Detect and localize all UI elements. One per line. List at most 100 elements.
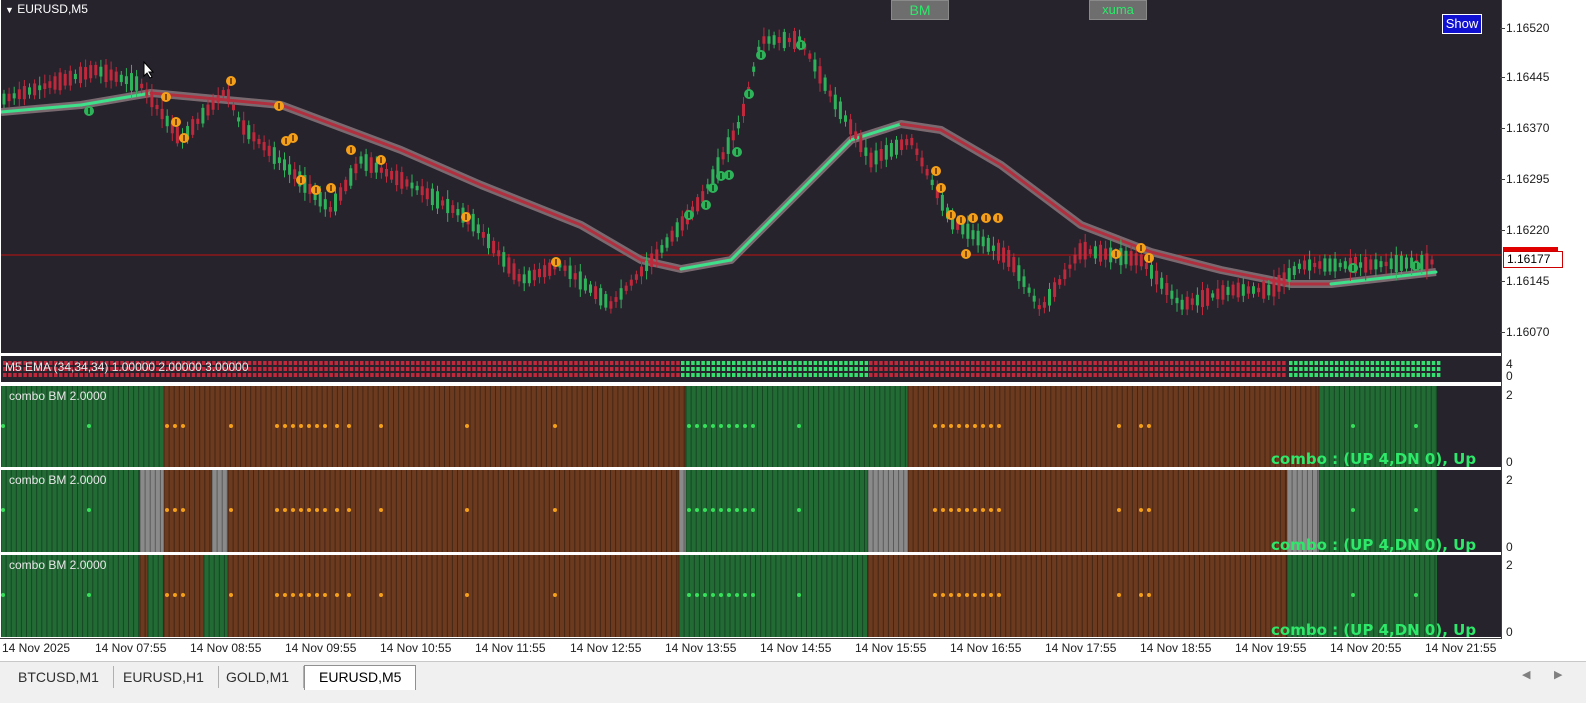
combo-pane-3[interactable]: combo BM 2.0000 combo : (UP 4,DN 0), Up <box>1 555 1501 637</box>
ema-cell <box>319 367 323 371</box>
ema-cell <box>1113 361 1118 365</box>
ema-cell <box>283 361 287 365</box>
ema-cell <box>599 361 604 365</box>
buy-signal-icon <box>796 40 806 50</box>
candle-body <box>507 257 511 274</box>
ema-cell <box>869 373 873 377</box>
buy-signal-icon <box>1411 261 1421 271</box>
ema-cell <box>1083 361 1087 365</box>
time-axis-label: 14 Nov 13:55 <box>665 641 737 655</box>
ema-cell <box>1360 361 1364 365</box>
ema-cell <box>955 367 960 371</box>
combo-dot <box>307 508 311 512</box>
combo-dot <box>1414 508 1418 512</box>
ema-cell <box>1205 373 1210 377</box>
combo-dot <box>743 424 747 428</box>
combo-pane-2[interactable]: combo BM 2.0000 combo : (UP 4,DN 0), Up <box>1 470 1501 552</box>
candle-body <box>12 93 16 99</box>
ema-cell <box>1421 373 1426 377</box>
sell-signal-icon <box>461 212 471 222</box>
ema-cell <box>818 373 823 377</box>
tab-gold-m1[interactable]: GOLD,M1 <box>212 666 305 688</box>
scroll-right-icon[interactable]: ▶ <box>1554 668 1562 681</box>
ema-cell <box>298 367 303 371</box>
ema-cell <box>625 373 629 377</box>
ema-cell <box>828 373 833 377</box>
combo-dot <box>87 593 91 597</box>
ema-cell <box>446 367 451 371</box>
combo-dot <box>933 593 937 597</box>
ema-cell <box>1042 373 1046 377</box>
ema-cell <box>579 373 583 377</box>
sell-signal-icon <box>1136 243 1146 253</box>
current-price-box: 1.16177 <box>1503 251 1563 268</box>
ema-cell <box>666 361 670 365</box>
tab-eurusd-h1[interactable]: EURUSD,H1 <box>109 666 219 688</box>
combo-dot <box>941 593 945 597</box>
ema-cell <box>960 373 965 377</box>
ema-cell <box>431 361 435 365</box>
combo-dot <box>687 593 691 597</box>
combo-segment <box>908 470 1287 552</box>
candle-body <box>257 138 261 145</box>
ema-cell <box>894 373 898 377</box>
combo-dot <box>957 424 961 428</box>
tab-btcusd-m1[interactable]: BTCUSD,M1 <box>4 666 114 688</box>
ema-cell <box>1360 373 1364 377</box>
candle-body <box>206 104 210 116</box>
ema-cell <box>981 367 985 371</box>
symbol-label[interactable]: ▼ EURUSD,M5 <box>5 2 88 16</box>
ema-cell <box>1154 373 1159 377</box>
ema-cell <box>1139 361 1143 365</box>
ema-cell <box>1236 367 1240 371</box>
candle-body <box>308 183 312 195</box>
ema-cell <box>462 373 466 377</box>
ema-cell <box>1154 361 1159 365</box>
sell-signal-icon <box>931 166 941 176</box>
ema-cell <box>1078 373 1082 377</box>
ema-cell <box>584 367 588 371</box>
time-axis[interactable] <box>0 638 1502 639</box>
candle-body <box>130 73 133 91</box>
ema-cell <box>1175 367 1179 371</box>
combo-dot <box>743 593 747 597</box>
ema-cell <box>390 373 395 377</box>
candle-body <box>1241 284 1245 296</box>
ema-cell <box>1022 367 1026 371</box>
ema-cell <box>319 373 323 377</box>
candle-body <box>1160 277 1164 289</box>
ema-cell <box>609 373 614 377</box>
price-axis-label: 1.16295 <box>1506 172 1550 186</box>
ema-cell <box>1047 367 1051 371</box>
ema-cell <box>1350 373 1354 377</box>
price-chart <box>1 27 1501 316</box>
candle-body <box>481 232 485 238</box>
candle-body <box>1405 257 1408 269</box>
combo-pane-1[interactable]: combo BM 2.0000 combo : (UP 4,DN 0), Up <box>1 386 1501 467</box>
candle-body <box>680 216 684 231</box>
show-button[interactable]: Show <box>1442 14 1482 34</box>
candle-body <box>1206 288 1210 306</box>
tab-eurusd-m5[interactable]: EURUSD,M5 <box>304 665 417 690</box>
ema-cell <box>1159 367 1164 371</box>
xuma-button[interactable]: xuma <box>1089 0 1147 20</box>
ema-cell <box>334 361 338 365</box>
ema-cell <box>681 367 685 371</box>
combo-dot <box>989 508 993 512</box>
sell-signal-icon <box>961 249 971 259</box>
bm-button[interactable]: BM <box>891 0 949 20</box>
candle-body <box>905 139 909 146</box>
price-axis[interactable] <box>1501 0 1502 638</box>
main-price-pane[interactable]: ▼ EURUSD,M5 BM xuma Show <box>1 0 1501 353</box>
combo-dot <box>957 593 961 597</box>
candle-body <box>701 191 705 203</box>
ema-cell <box>339 373 344 377</box>
ema-cell <box>1027 373 1031 377</box>
ema-cell <box>1277 373 1281 377</box>
ema-cell <box>523 361 527 365</box>
ema-pane[interactable]: M5 EMA (34,34,34) 1.00000 2.00000 3.0000… <box>1 356 1501 382</box>
ema-cell <box>1345 361 1349 365</box>
scroll-left-icon[interactable]: ◀ <box>1522 668 1530 681</box>
combo-title: combo BM 2.0000 <box>9 473 107 487</box>
ema-cell <box>1180 361 1184 365</box>
